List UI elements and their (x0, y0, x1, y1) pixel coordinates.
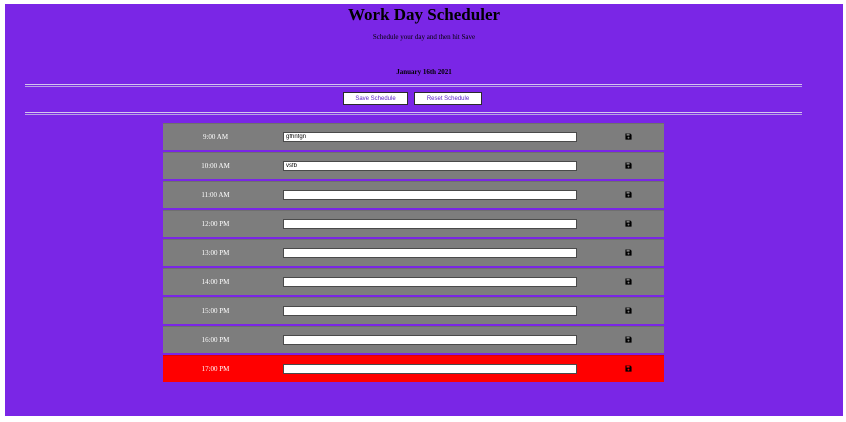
task-input[interactable] (283, 306, 577, 316)
time-block-row: 14:00 PM (163, 268, 664, 295)
hour-label: 17:00 PM (201, 365, 230, 373)
floppy-disk-icon[interactable] (625, 162, 632, 169)
floppy-disk-icon[interactable] (625, 133, 632, 140)
task-input[interactable] (283, 248, 577, 258)
hour-label: 13:00 PM (201, 249, 230, 257)
task-input[interactable] (283, 161, 577, 171)
hour-label: 9:00 AM (202, 133, 229, 141)
hour-label: 12:00 PM (201, 220, 230, 228)
floppy-disk-icon[interactable] (625, 365, 632, 372)
hour-label: 10:00 AM (201, 162, 230, 170)
task-input[interactable] (283, 132, 577, 142)
page-title: Work Day Scheduler (347, 5, 501, 24)
hour-label: 14:00 PM (201, 278, 230, 286)
time-block-row: 12:00 PM (163, 210, 664, 237)
hour-label: 11:00 AM (201, 191, 230, 199)
task-input[interactable] (283, 335, 577, 345)
time-block-row: 11:00 AM (163, 181, 664, 208)
task-input[interactable] (283, 219, 577, 229)
divider-bottom (25, 112, 802, 115)
time-block-row: 16:00 PM (163, 326, 664, 353)
task-input[interactable] (283, 277, 577, 287)
time-block-row: 9:00 AM (163, 123, 664, 150)
floppy-disk-icon[interactable] (625, 307, 632, 314)
scheduler-page: Work Day Scheduler Schedule your day and… (5, 4, 843, 416)
time-block-row: 13:00 PM (163, 239, 664, 266)
task-input[interactable] (283, 364, 577, 374)
divider-top (25, 84, 802, 87)
floppy-disk-icon[interactable] (625, 336, 632, 343)
save-schedule-button[interactable]: Save Schedule (343, 92, 408, 105)
hour-label: 15:00 PM (201, 307, 230, 315)
page-subtitle: Schedule your day and then hit Save (372, 33, 476, 41)
hour-label: 16:00 PM (201, 336, 230, 344)
time-block-list: 9:00 AM 10:00 AM 11:00 AM 12:00 PM 13:00… (163, 123, 664, 384)
floppy-disk-icon[interactable] (625, 249, 632, 256)
reset-schedule-button[interactable]: Reset Schedule (414, 92, 482, 105)
task-input[interactable] (283, 190, 577, 200)
time-block-row: 10:00 AM (163, 152, 664, 179)
floppy-disk-icon[interactable] (625, 220, 632, 227)
floppy-disk-icon[interactable] (625, 278, 632, 285)
time-block-row: 15:00 PM (163, 297, 664, 324)
time-block-row-current: 17:00 PM (163, 355, 664, 382)
current-date: January 16th 2021 (396, 68, 452, 76)
floppy-disk-icon[interactable] (625, 191, 632, 198)
